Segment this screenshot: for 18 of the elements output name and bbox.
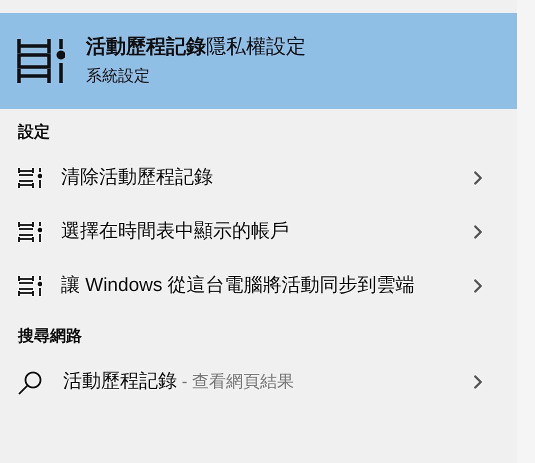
result-label: 選擇在時間表中顯示的帳戶 bbox=[61, 220, 290, 244]
setting-item[interactable]: 選擇在時間表中顯示的帳戶 bbox=[0, 205, 517, 259]
best-match-item[interactable]: 活動歷程記錄隱私權設定 系統設定 bbox=[0, 13, 517, 109]
best-match-subtitle: 系統設定 bbox=[86, 67, 151, 87]
result-label: 清除活動歷程記錄 bbox=[61, 166, 214, 190]
setting-item[interactable]: 讓 Windows 從這台電腦將活動同步到雲端 bbox=[0, 259, 517, 313]
section-heading: 搜尋網路 bbox=[16, 326, 83, 347]
best-match-title: 活動歷程記錄隱私權設定 bbox=[86, 35, 306, 60]
search-icon bbox=[18, 369, 44, 395]
result-label: 活動歷程記錄 - 查看網頁結果 bbox=[63, 370, 296, 394]
activity-history-icon bbox=[18, 276, 42, 296]
activity-history-icon bbox=[18, 222, 42, 242]
activity-history-icon bbox=[18, 168, 42, 188]
setting-item[interactable]: 清除活動歷程記錄 bbox=[0, 151, 517, 205]
activity-history-icon bbox=[17, 38, 65, 84]
section-heading: 設定 bbox=[16, 122, 51, 143]
result-label: 讓 Windows 從這台電腦將活動同步到雲端 bbox=[61, 274, 416, 298]
web-result-item[interactable]: 活動歷程記錄 - 查看網頁結果 bbox=[0, 355, 517, 409]
